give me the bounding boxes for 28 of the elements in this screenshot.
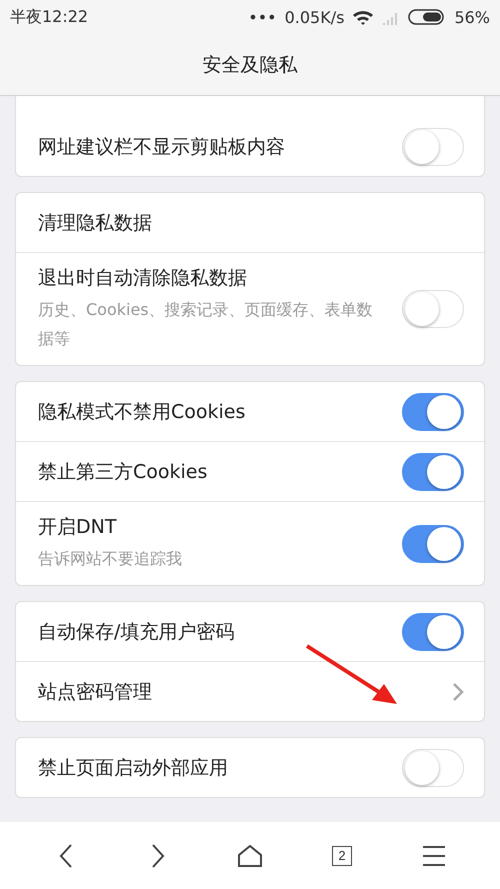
setting-label: 退出时自动清除隐私数据 [38, 266, 248, 291]
battery-percent: 56% [454, 8, 490, 26]
chevron-right-icon [452, 682, 464, 702]
setting-label: 清理隐私数据 [38, 210, 153, 236]
forward-icon [150, 842, 166, 868]
toggle-switch[interactable] [402, 612, 464, 650]
notification-dots: ••• [248, 8, 277, 26]
setting-label: 开启DNT [38, 515, 118, 540]
setting-label: 自动保存/填充用户密码 [38, 620, 236, 644]
menu-icon [422, 844, 446, 866]
tabs-button[interactable]: 2 [320, 834, 364, 878]
home-icon [237, 844, 263, 868]
page-title: 安全及隐私 [202, 52, 298, 78]
setting-label: 站点密码管理 [38, 680, 153, 704]
setting-label: 禁止第三方Cookies [38, 460, 208, 484]
setting-hint: 历史、Cookies、搜索记录、页面缓存、表单数据等 [38, 299, 374, 350]
back-icon [58, 842, 74, 868]
status-time: 半夜12:22 [10, 6, 88, 28]
toggle-switch[interactable] [402, 524, 464, 562]
setting-label: 隐私模式不禁用Cookies [38, 400, 246, 424]
setting-label: 禁止页面启动外部应用 [38, 756, 229, 780]
wifi-icon [352, 9, 374, 25]
toggle-switch[interactable] [402, 452, 464, 490]
setting-label: 网址建议栏不显示剪贴板内容 [38, 134, 286, 160]
setting-hint: 告诉网站不要追踪我 [38, 548, 183, 570]
toggle-switch[interactable] [402, 392, 464, 430]
battery-icon [408, 9, 446, 25]
network-speed: 0.05K/s [284, 8, 344, 26]
